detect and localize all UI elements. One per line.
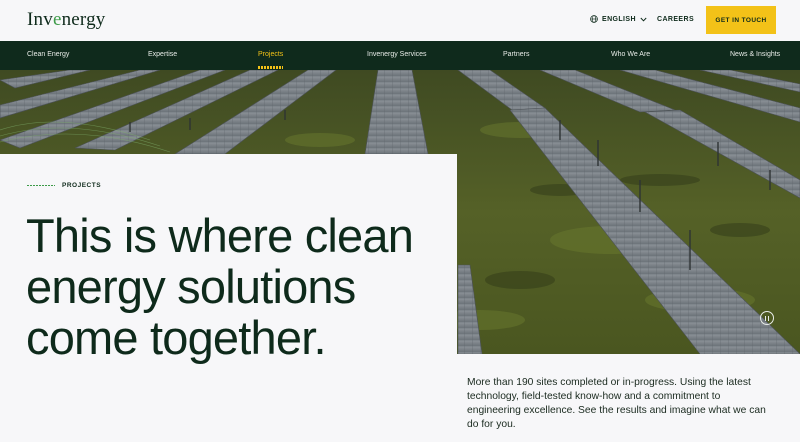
nav-item-clean-energy[interactable]: Clean Energy: [27, 51, 69, 58]
section-eyebrow: PROJECTS: [27, 182, 101, 189]
nav-item-invenergy-services[interactable]: Invenergy Services: [367, 51, 427, 58]
eyebrow-label: PROJECTS: [62, 182, 102, 189]
careers-link[interactable]: CAREERS: [657, 16, 694, 23]
main-nav: Clean Energy Expertise Projects Invenerg…: [0, 41, 800, 70]
top-header: Invenergy ENGLISH CAREERS GET IN TOUCH: [0, 0, 800, 41]
nav-item-partners[interactable]: Partners: [503, 51, 529, 58]
eyebrow-dash: [27, 185, 55, 186]
language-selector[interactable]: ENGLISH: [590, 15, 647, 23]
get-in-touch-button[interactable]: GET IN TOUCH: [706, 6, 776, 34]
pause-icon: [765, 315, 766, 321]
nav-item-expertise[interactable]: Expertise: [148, 51, 177, 58]
page-title-line: come together.: [26, 311, 327, 364]
nav-item-news-insights[interactable]: News & Insights: [730, 51, 780, 58]
pause-video-button[interactable]: [760, 311, 774, 325]
nav-item-who-we-are[interactable]: Who We Are: [611, 51, 650, 58]
page-title-line: This is where clean: [26, 209, 414, 262]
page-title: This is where clean energy solutions com…: [26, 210, 456, 363]
page-title-line: energy solutions: [26, 260, 356, 313]
chevron-down-icon: [640, 17, 647, 22]
language-label: ENGLISH: [602, 15, 636, 23]
globe-icon: [590, 15, 598, 23]
nav-item-projects[interactable]: Projects: [258, 51, 284, 69]
intro-paragraph: More than 190 sites completed or in-prog…: [467, 377, 766, 430]
invenergy-logo[interactable]: Invenergy: [27, 9, 106, 31]
